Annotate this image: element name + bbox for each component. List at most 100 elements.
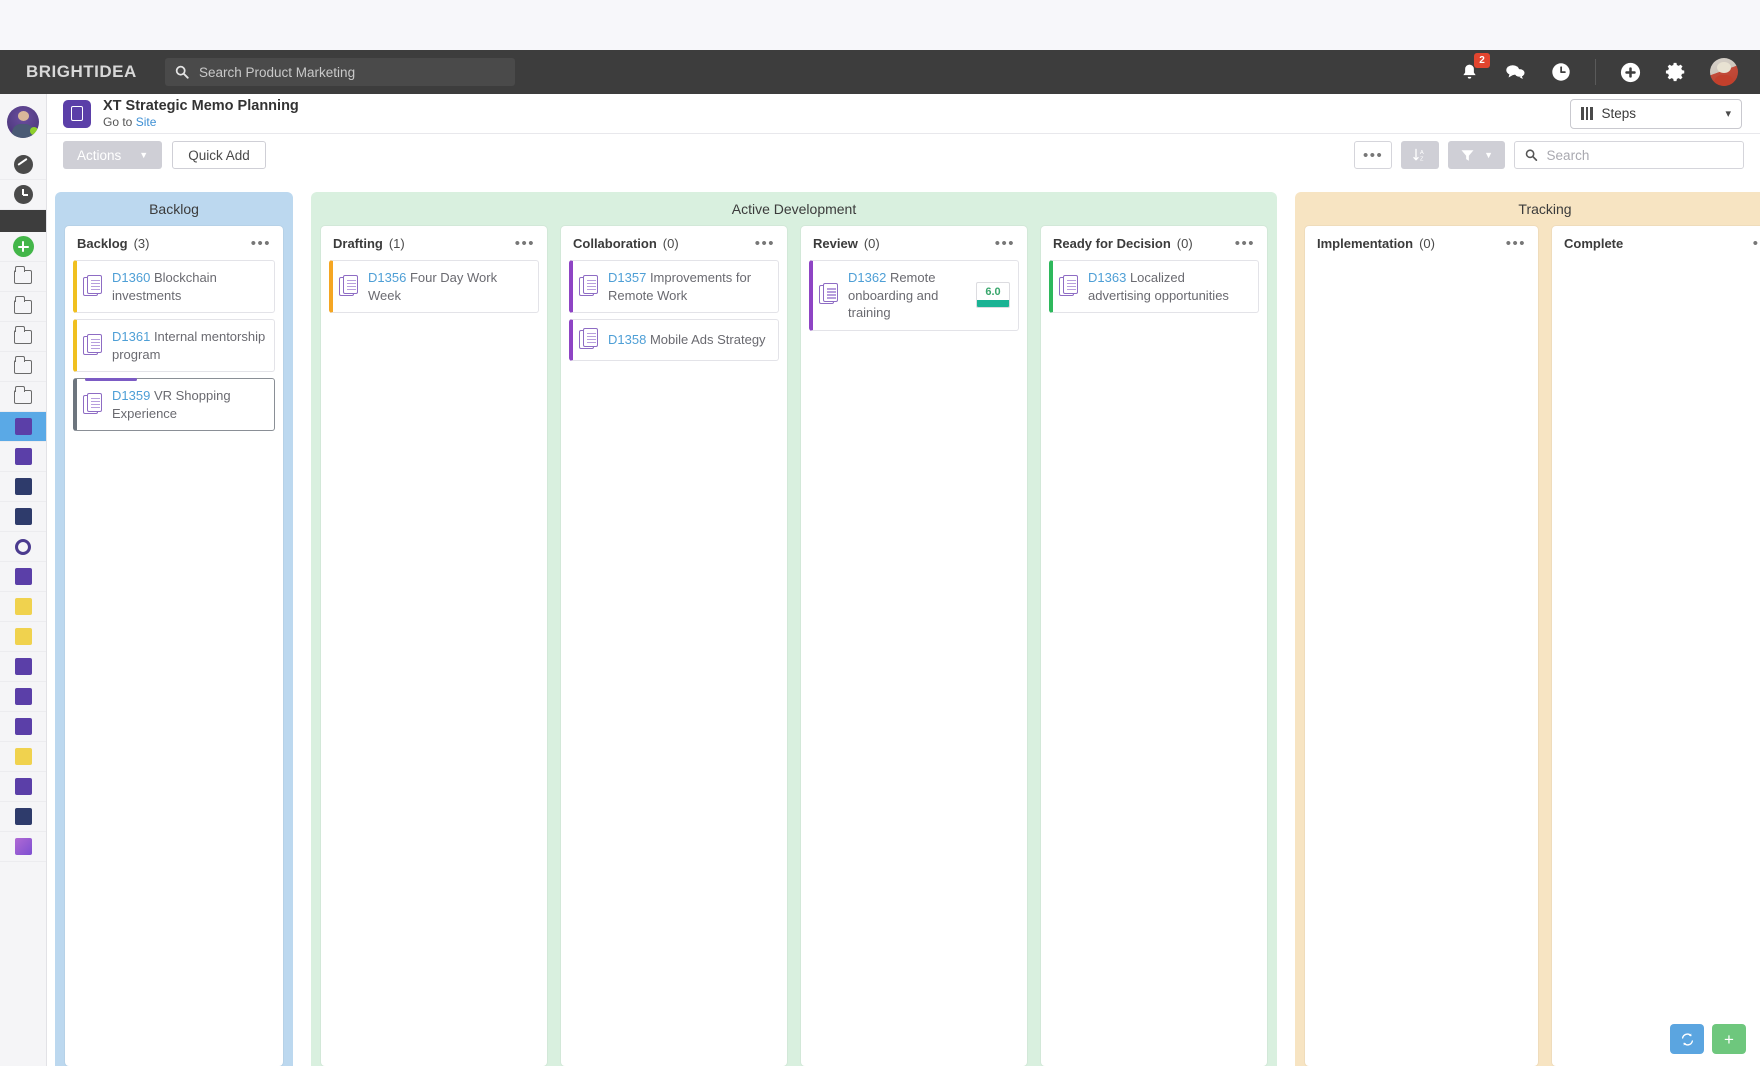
sidebar-item-folder-1[interactable]: [0, 262, 46, 292]
chat-icon[interactable]: [1503, 60, 1527, 84]
sidebar-item-dashboard[interactable]: [0, 150, 46, 180]
idea-card[interactable]: D1362 Remote onboarding and training6.0: [809, 260, 1019, 331]
sidebar-item-site-7[interactable]: [0, 622, 46, 652]
sidebar-item-site-4[interactable]: [0, 532, 46, 562]
idea-card-text: D1358 Mobile Ads Strategy: [608, 331, 770, 349]
board-column-cards: D1363 Localized advertising opportunitie…: [1041, 260, 1267, 1066]
gear-icon[interactable]: [1664, 60, 1688, 84]
sidebar-item-add[interactable]: [0, 232, 46, 262]
global-search[interactable]: [165, 58, 515, 86]
sidebar-item-site-11[interactable]: [0, 742, 46, 772]
dashboard-icon: [14, 155, 33, 174]
sidebar-item-site-9[interactable]: [0, 682, 46, 712]
actions-button[interactable]: Actions ▼: [63, 141, 162, 169]
sidebar-item-site-6[interactable]: [0, 592, 46, 622]
actions-label: Actions: [77, 148, 121, 163]
header-divider: [1595, 59, 1596, 85]
column-menu-icon[interactable]: •••: [995, 236, 1015, 251]
idea-card-id[interactable]: D1363: [1088, 270, 1126, 285]
clock-icon[interactable]: [1549, 60, 1573, 84]
board-column-name: Implementation: [1317, 236, 1413, 251]
project-text: XT Strategic Memo Planning Go to Site: [103, 97, 299, 130]
sidebar-item-current-site[interactable]: [0, 412, 46, 442]
global-search-input[interactable]: [199, 65, 505, 80]
idea-card-id[interactable]: D1356: [368, 270, 406, 285]
board-column-name: Ready for Decision: [1053, 236, 1171, 251]
column-menu-icon[interactable]: •••: [1506, 236, 1526, 251]
plus-circle-icon[interactable]: [1618, 60, 1642, 84]
sidebar-item-site-12[interactable]: [0, 772, 46, 802]
toolbar-right: ••• A Z ▼: [1354, 141, 1744, 169]
column-menu-icon[interactable]: •••: [755, 236, 775, 251]
document-icon: [339, 275, 360, 299]
sidebar-item-recent[interactable]: [0, 180, 46, 210]
sidebar-item-site-13[interactable]: [0, 802, 46, 832]
idea-card-id[interactable]: D1357: [608, 270, 646, 285]
site-link[interactable]: Site: [136, 115, 157, 129]
idea-card-id[interactable]: D1358: [608, 332, 646, 347]
search-icon: [1525, 148, 1538, 162]
sticky-note-icon: [15, 628, 32, 645]
brand-logo[interactable]: BRIGHTIDEA: [0, 62, 165, 82]
sidebar-item-site-10[interactable]: [0, 712, 46, 742]
board-group: BacklogBacklog(3)•••D1360 Blockchain inv…: [55, 192, 293, 1066]
board-group-title: Backlog: [55, 192, 293, 226]
folder-icon: [14, 300, 32, 314]
sidebar-item-site-2[interactable]: [0, 472, 46, 502]
sidebar-item-folder-4[interactable]: [0, 352, 46, 382]
idea-card-id[interactable]: D1362: [848, 270, 886, 285]
document-icon: [819, 283, 840, 307]
board-search-input[interactable]: [1547, 148, 1733, 163]
idea-card-id[interactable]: D1359: [112, 388, 150, 403]
user-avatar[interactable]: [1710, 58, 1738, 86]
header-icons: 2: [1457, 58, 1760, 86]
more-options-button[interactable]: •••: [1354, 141, 1392, 169]
presentation-icon: [15, 688, 32, 705]
column-menu-icon[interactable]: •••: [515, 236, 535, 251]
document-icon: [1059, 275, 1080, 299]
sidebar-item-folder-2[interactable]: [0, 292, 46, 322]
view-select-steps[interactable]: Steps ▾: [1570, 99, 1742, 129]
board-column-count: (3): [134, 236, 150, 251]
board-column-name: Complete: [1564, 236, 1623, 251]
idea-card[interactable]: D1359 VR Shopping Experience: [73, 378, 275, 431]
sidebar-item-site-3[interactable]: [0, 502, 46, 532]
idea-card[interactable]: D1356 Four Day Work Week: [329, 260, 539, 313]
board-column-count: (0): [864, 236, 880, 251]
rail-avatar[interactable]: [0, 94, 46, 150]
add-idea-button[interactable]: +: [1712, 1024, 1746, 1054]
idea-card[interactable]: D1358 Mobile Ads Strategy: [569, 319, 779, 361]
board-column-count: (0): [663, 236, 679, 251]
column-menu-icon[interactable]: •••: [1753, 236, 1760, 251]
sidebar-item-folder-5[interactable]: [0, 382, 46, 412]
column-menu-icon[interactable]: •••: [1235, 236, 1255, 251]
document-icon: [83, 334, 104, 358]
refresh-button[interactable]: [1670, 1024, 1704, 1054]
sidebar-item-site-14[interactable]: [0, 832, 46, 862]
ellipsis-icon: •••: [1363, 148, 1383, 163]
idea-card[interactable]: D1361 Internal mentorship program: [73, 319, 275, 372]
sidebar-item-site-1[interactable]: [0, 442, 46, 472]
idea-card-text: D1359 VR Shopping Experience: [112, 387, 266, 422]
board-column: Ready for Decision(0)•••D1363 Localized …: [1041, 226, 1267, 1066]
filter-button[interactable]: ▼: [1448, 141, 1505, 169]
bell-icon[interactable]: 2: [1457, 60, 1481, 84]
sidebar-item-site-8[interactable]: [0, 652, 46, 682]
board-column-count: (1): [389, 236, 405, 251]
column-menu-icon[interactable]: •••: [251, 236, 271, 251]
sort-button[interactable]: A Z: [1401, 141, 1439, 169]
board-column-cards: [1552, 260, 1760, 1066]
idea-card[interactable]: D1363 Localized advertising opportunitie…: [1049, 260, 1259, 313]
idea-card-id[interactable]: D1361: [112, 329, 150, 344]
sidebar-item-site-5[interactable]: [0, 562, 46, 592]
sidebar-item-folder-3[interactable]: [0, 322, 46, 352]
board-search[interactable]: [1514, 141, 1744, 169]
board-column: Collaboration(0)•••D1357 Improvements fo…: [561, 226, 787, 1066]
left-rail: [0, 94, 47, 1066]
board-column-header: Backlog(3)•••: [65, 226, 283, 260]
idea-card-id[interactable]: D1360: [112, 270, 150, 285]
idea-card[interactable]: D1360 Blockchain investments: [73, 260, 275, 313]
quick-add-button[interactable]: Quick Add: [172, 141, 266, 169]
top-header: BRIGHTIDEA 2: [0, 50, 1760, 94]
idea-card[interactable]: D1357 Improvements for Remote Work: [569, 260, 779, 313]
